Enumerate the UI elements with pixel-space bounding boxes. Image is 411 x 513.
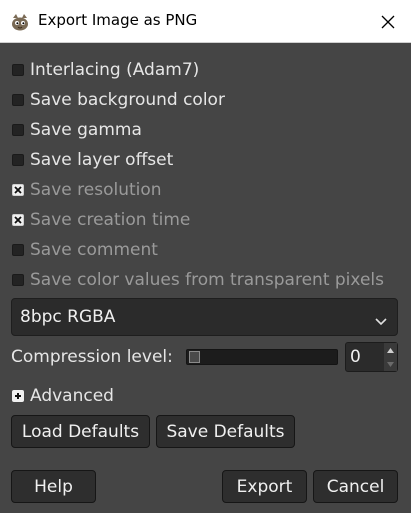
- window-title: Export Image as PNG: [38, 11, 198, 29]
- compression-level-label: Compression level:: [11, 347, 173, 367]
- option-checkbox-row: Save resolution: [12, 178, 162, 202]
- checkbox-unchecked-icon[interactable]: [12, 94, 24, 106]
- close-button[interactable]: [365, 0, 411, 43]
- compression-level-value[interactable]: 0: [350, 347, 361, 367]
- gimp-app-icon: [10, 12, 30, 32]
- save-defaults-button[interactable]: Save Defaults: [156, 415, 295, 448]
- load-defaults-button[interactable]: Load Defaults: [11, 415, 150, 448]
- checkbox-unchecked-icon: [12, 274, 24, 286]
- option-label: Save background color: [30, 90, 225, 110]
- option-label: Save creation time: [30, 210, 191, 230]
- slider-handle[interactable]: [189, 351, 200, 363]
- option-label: Save gamma: [30, 120, 142, 140]
- option-checkbox-row[interactable]: Save layer offset: [12, 148, 173, 172]
- title-bar: Export Image as PNG: [0, 0, 411, 43]
- option-label: Save comment: [30, 240, 158, 260]
- close-icon: [381, 15, 395, 28]
- compression-level-slider[interactable]: [186, 349, 338, 365]
- checkbox-unchecked-icon: [12, 244, 24, 256]
- advanced-label: Advanced: [30, 386, 114, 406]
- pixel-format-value: 8bpc RGBA: [20, 307, 116, 327]
- export-button[interactable]: Export: [222, 470, 307, 503]
- advanced-expander[interactable]: Advanced: [12, 384, 114, 408]
- decrement-button[interactable]: [384, 357, 397, 371]
- dialog-content: Interlacing (Adam7) Save background color…: [0, 44, 411, 513]
- compression-level-spinner[interactable]: 0: [345, 342, 398, 372]
- checkbox-unchecked-icon[interactable]: [12, 64, 24, 76]
- checkbox-checked-icon: [12, 184, 24, 196]
- caret-down-icon: [387, 361, 394, 367]
- cancel-button[interactable]: Cancel: [313, 470, 398, 503]
- checkbox-unchecked-icon[interactable]: [12, 154, 24, 166]
- option-checkbox-row[interactable]: Interlacing (Adam7): [12, 58, 199, 82]
- plus-icon: [12, 390, 24, 402]
- option-label: Save layer offset: [30, 150, 174, 170]
- option-label: Save color values from transparent pixel…: [30, 270, 384, 290]
- spinner-buttons: [384, 343, 397, 371]
- caret-up-icon: [387, 347, 394, 353]
- increment-button[interactable]: [384, 343, 397, 357]
- option-checkbox-row: Save creation time: [12, 208, 190, 232]
- option-checkbox-row: Save color values from transparent pixel…: [12, 268, 384, 292]
- help-button[interactable]: Help: [11, 470, 96, 503]
- chevron-down-icon: [375, 311, 387, 330]
- pixel-format-dropdown[interactable]: 8bpc RGBA: [11, 298, 398, 336]
- option-checkbox-row: Save comment: [12, 238, 158, 262]
- checkbox-checked-icon: [12, 214, 24, 226]
- option-checkbox-row[interactable]: Save gamma: [12, 118, 142, 142]
- checkbox-unchecked-icon[interactable]: [12, 124, 24, 136]
- option-checkbox-row[interactable]: Save background color: [12, 88, 225, 112]
- option-label: Save resolution: [30, 180, 162, 200]
- option-label: Interlacing (Adam7): [30, 60, 200, 80]
